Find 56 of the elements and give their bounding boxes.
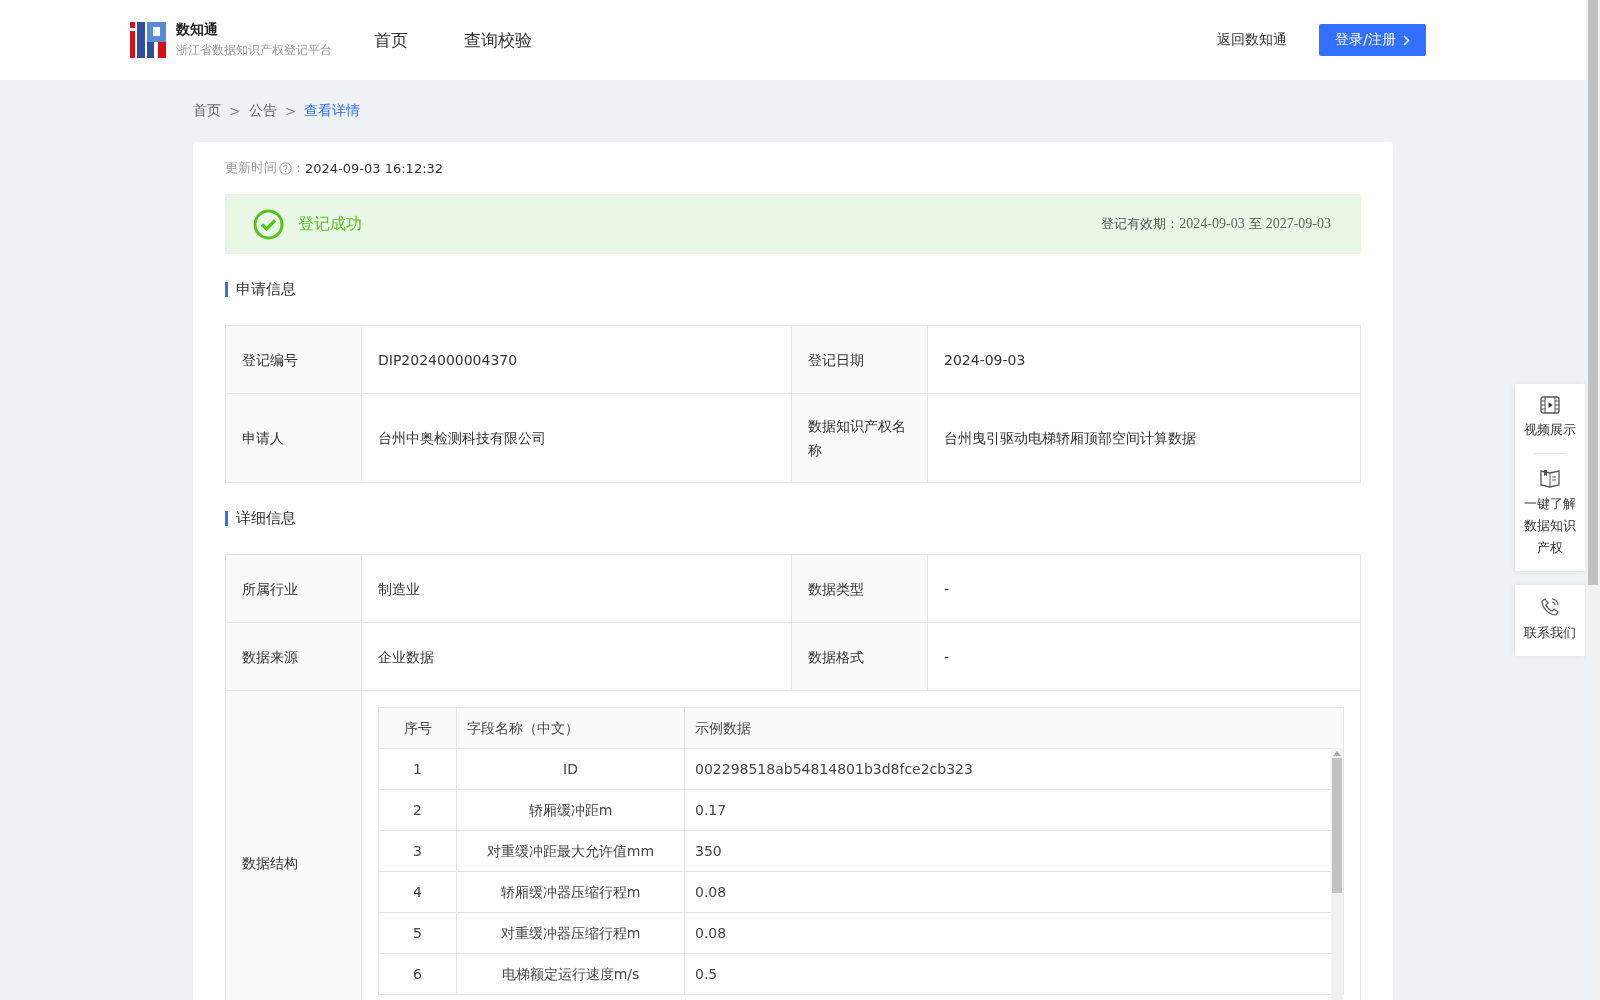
validity-to: 至 xyxy=(1248,215,1262,233)
value-cell: 2024-09-03 xyxy=(927,325,1361,394)
table-cell: 4 xyxy=(378,871,457,913)
value-cell: 制造业 xyxy=(361,554,792,623)
table-cell: 轿厢缓冲器压缩行程m xyxy=(456,871,685,913)
column-header: 序号 xyxy=(378,707,457,749)
label-cell: 所属行业 xyxy=(225,554,362,623)
value-cell: 企业数据 xyxy=(361,622,792,691)
label-cell: 数据知识产权名称 xyxy=(791,393,928,483)
value-cell: 台州中奥检测科技有限公司 xyxy=(361,393,792,483)
label-cell: 数据格式 xyxy=(791,622,928,691)
value-cell: - xyxy=(927,622,1361,691)
breadcrumb-link[interactable]: 公告 xyxy=(248,102,277,120)
validity-label: 登记有效期： xyxy=(1101,215,1180,233)
nav-link[interactable]: 查询校验 xyxy=(464,28,532,52)
table-cell: 轿厢缓冲距m xyxy=(456,789,685,831)
breadcrumb-link[interactable]: 首页 xyxy=(193,102,221,120)
label-cell: 登记日期 xyxy=(791,325,928,394)
breadcrumb-separator: > xyxy=(284,103,297,119)
breadcrumb-link[interactable]: 查看详情 xyxy=(304,102,361,120)
back-link[interactable]: 返回数知通 xyxy=(1217,31,1288,49)
table-cell: 6 xyxy=(378,953,457,995)
section-title: 申请信息 xyxy=(225,282,1361,297)
value-cell: 台州曳引驱动电梯轿厢顶部空间计算数据 xyxy=(927,393,1361,483)
validity-start: 2024-09-03 xyxy=(1179,216,1245,232)
status-text: 登记成功 xyxy=(298,213,362,235)
label-cell: 数据类型 xyxy=(791,554,928,623)
brand-name: 数知通 xyxy=(176,21,219,39)
nav-link[interactable]: 首页 xyxy=(374,28,408,52)
colon: ： xyxy=(292,159,305,177)
login-button[interactable]: 登录/注册 xyxy=(1319,24,1426,56)
label-cell: 数据来源 xyxy=(225,622,362,691)
column-header: 字段名称（中文） xyxy=(456,707,685,749)
value-cell: - xyxy=(927,554,1361,623)
side-link[interactable]: 视频展示 xyxy=(1523,396,1577,441)
validity-end: 2027-09-03 xyxy=(1265,216,1331,232)
column-header: 示例数据 xyxy=(684,707,1344,749)
table-cell: 1 xyxy=(378,748,457,790)
update-time-value: 2024-09-03 16:12:32 xyxy=(305,160,444,176)
table-cell: 3 xyxy=(378,830,457,872)
label-cell: 数据结构 xyxy=(225,690,362,1000)
update-time-label: 更新时间 xyxy=(225,159,277,177)
table-cell: 对重缓冲器压缩行程m xyxy=(456,912,685,954)
section-title: 详细信息 xyxy=(225,511,1361,526)
table-cell: 对重缓冲距最大允许值mm xyxy=(456,830,685,872)
value-cell: DIP2024000004370 xyxy=(361,325,792,394)
side-link[interactable]: 一键了解数据知识产权 xyxy=(1523,468,1577,559)
table-cell: 电梯额定运行速度m/s xyxy=(456,953,685,995)
table-cell: ID xyxy=(456,748,685,790)
label-cell: 登记编号 xyxy=(225,325,362,394)
brand-subtitle: 浙江省数据知识产权登记平台 xyxy=(176,42,332,59)
side-link[interactable]: 联系我们 xyxy=(1523,597,1577,644)
breadcrumb-separator: > xyxy=(229,103,241,119)
table-cell: 2 xyxy=(378,789,457,831)
table-cell: 5 xyxy=(378,912,457,954)
label-cell: 申请人 xyxy=(225,393,362,483)
